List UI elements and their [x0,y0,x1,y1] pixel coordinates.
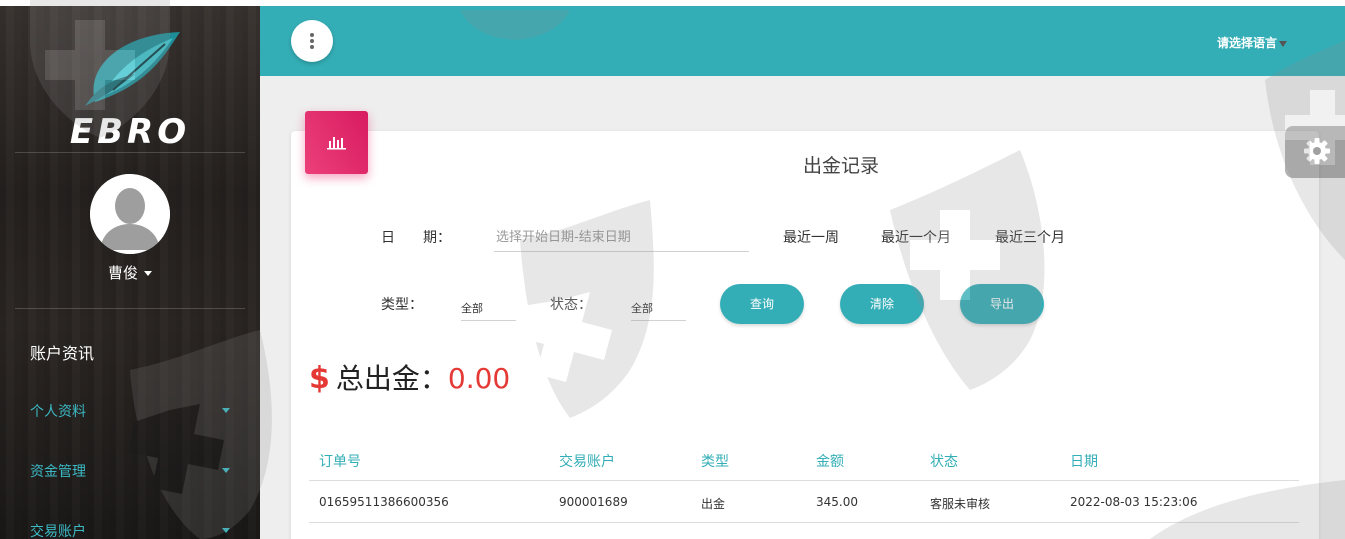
date-label: 日 期： [381,230,451,246]
avatar[interactable] [90,174,170,254]
column-header-date[interactable]: 日期 [1070,451,1098,471]
quick-range-month[interactable]: 最近一个月 [881,227,951,247]
brand-logo-text: EBRO [69,112,191,152]
sidebar-item-label: 个人资料 [30,404,86,420]
username-label: 曹俊 [107,264,138,282]
column-header-status[interactable]: 状态 [930,451,958,471]
triangle-down-icon [1279,40,1287,47]
bar-chart-icon [327,137,346,150]
quick-range-week[interactable]: 最近一周 [783,227,839,247]
column-header-amount[interactable]: 金额 [816,451,844,471]
total-withdrawal: $ 总出金：0.00 [309,357,510,397]
total-label: 总出金： [335,362,448,395]
column-header-type[interactable]: 类型 [701,451,729,471]
query-button[interactable]: 查询 [720,284,804,324]
quick-range-three-months[interactable]: 最近三个月 [995,227,1065,247]
top-header: 请选择语言 [260,6,1345,76]
language-selector[interactable]: 请选择语言 [1217,34,1287,51]
user-menu[interactable]: 曹俊 [0,262,260,283]
sidebar-item-label: 交易账户 [30,524,86,539]
sidebar-divider [15,152,245,153]
sidebar-item-trading-accounts[interactable]: 交易账户 [30,521,230,539]
table-header-row: 订单号 交易账户 类型 金额 状态 日期 [309,439,1299,481]
table-row[interactable]: 01659511386600356 900001689 出金 345.00 客服… [309,481,1299,523]
withdrawal-table: 订单号 交易账户 类型 金额 状态 日期 01659511386600356 9… [309,439,1299,523]
cell-amount: 345.00 [816,495,858,509]
page-title: 出金记录 [802,155,879,177]
caret-down-icon [222,528,230,533]
card-header-icon-box [305,111,368,174]
column-header-order-no[interactable]: 订单号 [319,451,361,471]
column-header-account[interactable]: 交易账户 [559,451,615,471]
sidebar-item-funds[interactable]: 资金管理 [30,461,230,481]
status-label: 状态： [550,297,592,313]
date-range-input[interactable] [494,224,749,252]
type-select[interactable]: 全部 [461,295,516,321]
cell-order-no: 01659511386600356 [319,495,449,509]
total-amount: 0.00 [447,362,511,395]
status-select[interactable]: 全部 [631,295,686,321]
clear-button[interactable]: 清除 [840,284,924,324]
withdrawal-records-card: 出金记录 日 期： 最近一周 最近一个月 最近三个月 类型： 全部 状态： 全部… [291,131,1319,539]
type-label: 类型： [381,297,423,313]
caret-down-icon [144,271,152,276]
vertical-dots-icon [310,33,314,51]
sidebar-item-profile[interactable]: 个人资料 [30,401,230,421]
cell-date: 2022-08-03 15:23:06 [1070,495,1198,509]
ebro-leaf-logo-icon [85,32,180,106]
default-avatar-icon [90,174,170,254]
dollar-icon: $ [309,361,330,396]
caret-down-icon [222,408,230,413]
gear-icon [1304,138,1330,164]
sidebar-item-label: 资金管理 [30,464,86,480]
caret-down-icon [222,468,230,473]
sidebar-section-title: 账户资讯 [30,344,95,363]
sidebar-toggle-button[interactable] [291,20,333,62]
cell-account: 900001689 [559,495,628,509]
cell-status: 客服未审核 [930,497,991,511]
sidebar: EBRO 曹俊 账户资讯 个人资料 资金管理 交易账户 [0,6,260,539]
brand-logo[interactable]: EBRO [55,24,205,152]
settings-panel-toggle[interactable] [1285,126,1345,178]
language-label: 请选择语言 [1216,36,1277,50]
cell-type: 出金 [701,497,726,511]
sidebar-divider [15,308,245,309]
export-button[interactable]: 导出 [960,284,1044,324]
